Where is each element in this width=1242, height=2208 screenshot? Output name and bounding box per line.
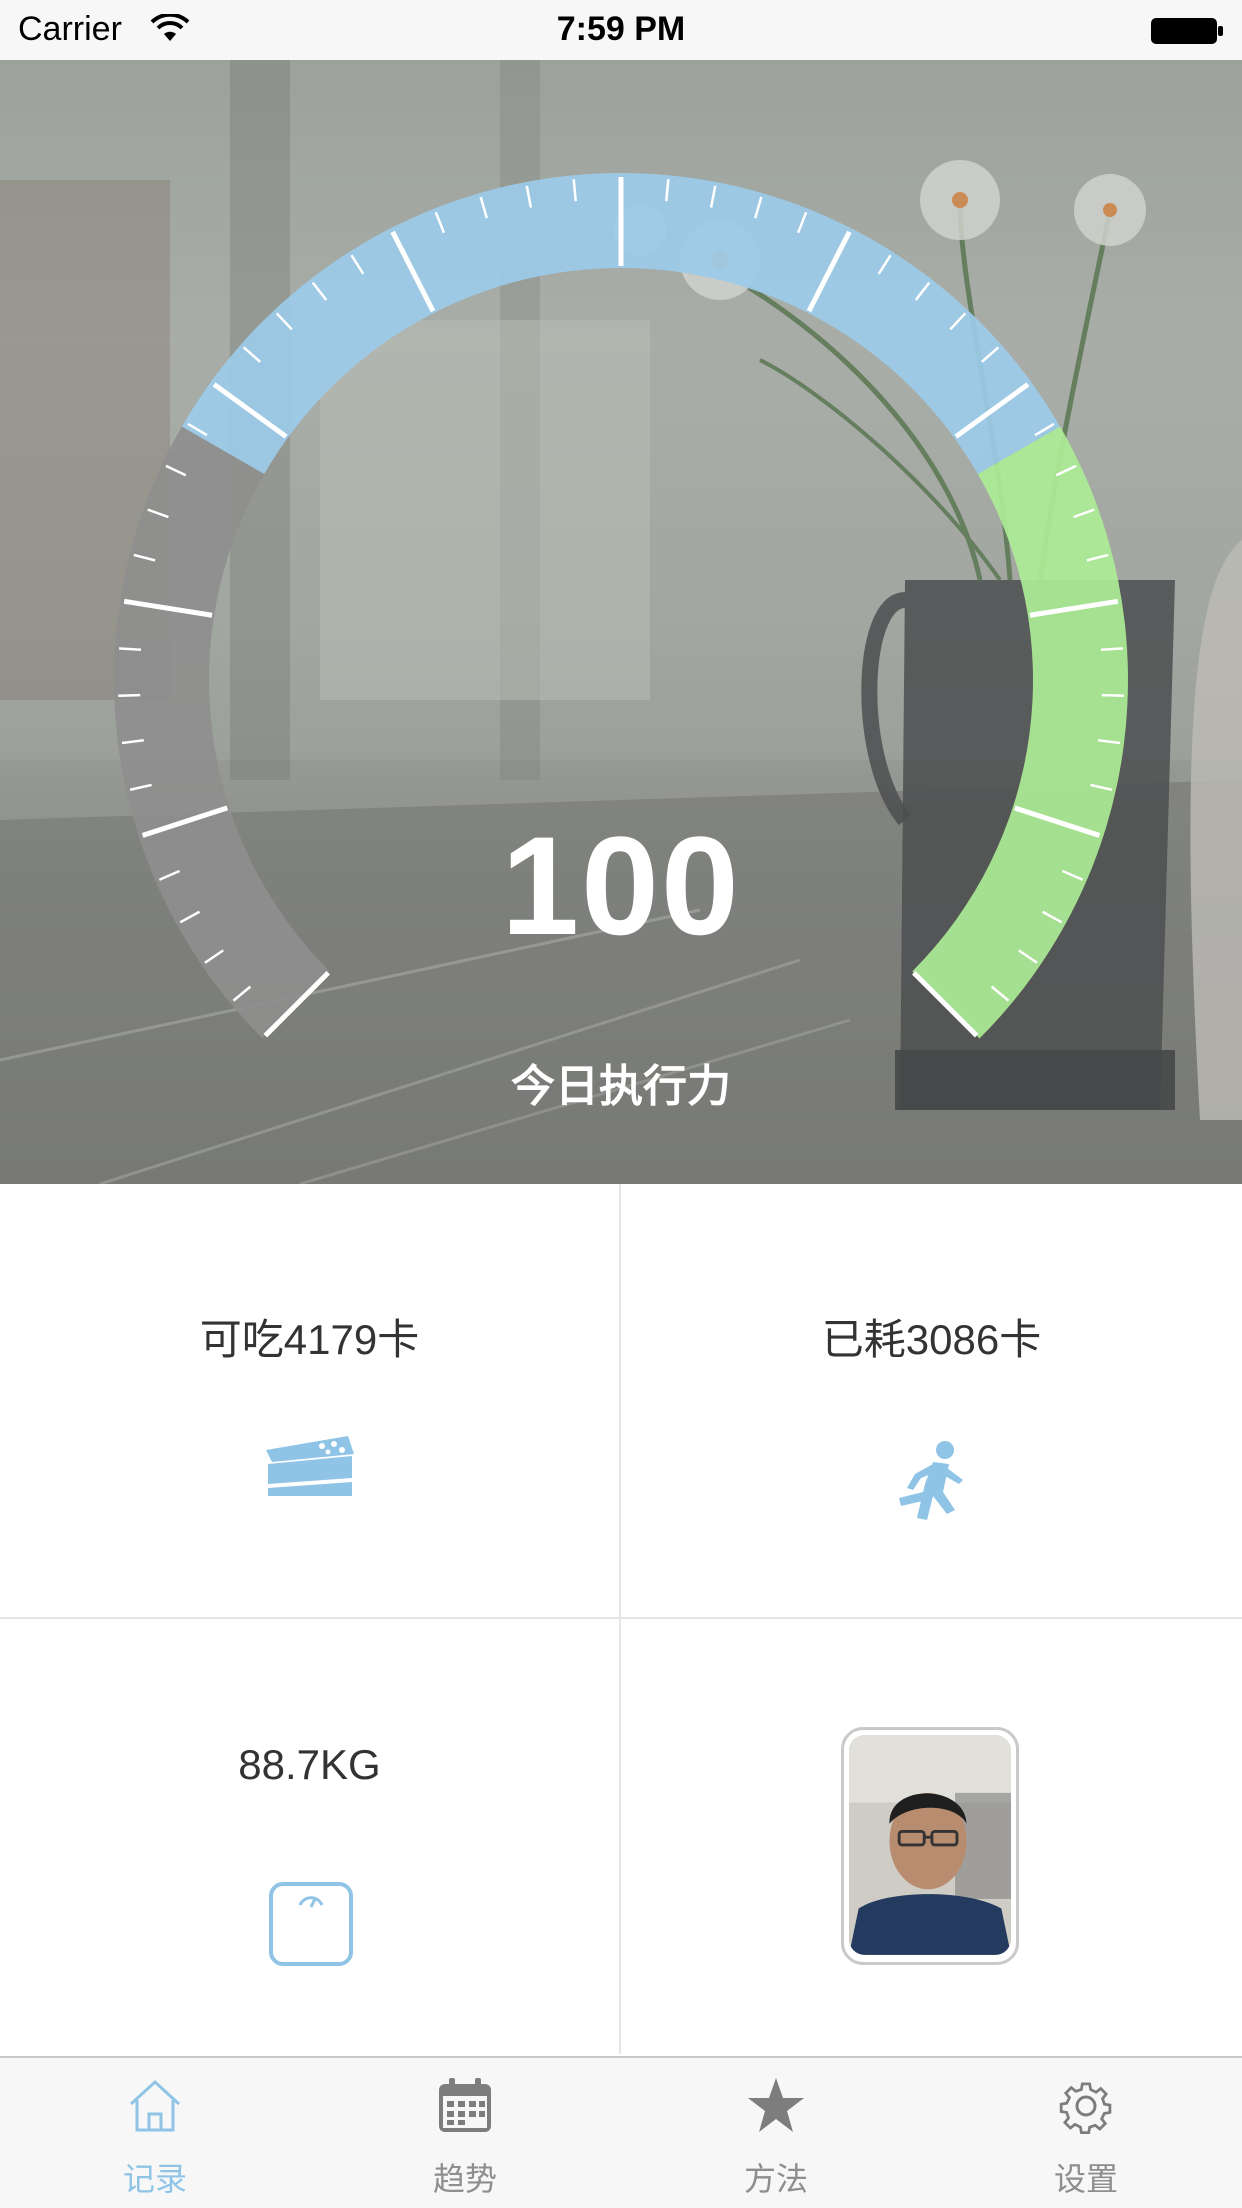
app-screen: Carrier 7:59 PM 100 今日执行力 可吃4179卡 已耗3086…	[0, 0, 1242, 2208]
status-time: 7:59 PM	[556, 10, 686, 48]
calories-allowed-text: 可吃4179卡	[199, 1316, 420, 1363]
calories-allowed-card[interactable]: 可吃4179卡	[0, 1184, 621, 1619]
tab-record-label: 记录	[122, 2161, 187, 2197]
tab-method-label: 方法	[743, 2161, 808, 2197]
star-icon	[748, 2078, 804, 2132]
scale-icon	[269, 1882, 353, 1966]
tab-record[interactable]: 记录	[0, 2058, 310, 2208]
status-bar: Carrier 7:59 PM	[0, 0, 1242, 60]
home-icon	[129, 2079, 181, 2132]
cake-icon	[266, 1436, 354, 1496]
tab-method[interactable]: 方法	[621, 2058, 931, 2208]
user-photo-image	[849, 1735, 1011, 1955]
summary-grid: 可吃4179卡 已耗3086卡 88.7KG	[0, 1184, 1242, 2056]
gauge-minor-tick	[118, 693, 141, 698]
user-photo[interactable]	[841, 1727, 1019, 1965]
weight-text: 88.7KG	[238, 1741, 381, 1788]
tab-bar: 记录 趋势 方法 设置	[0, 2056, 1242, 2208]
calories-burned-card[interactable]: 已耗3086卡	[621, 1184, 1242, 1619]
execution-score-label: 今日执行力	[511, 1062, 731, 1111]
execution-score: 100	[501, 807, 741, 964]
weight-card[interactable]: 88.7KG	[0, 1619, 621, 2054]
tab-trend[interactable]: 趋势	[310, 2058, 620, 2208]
battery-icon	[1151, 18, 1223, 44]
tab-settings-label: 设置	[1053, 2161, 1118, 2197]
execution-gauge-panel: 100 今日执行力	[0, 60, 1242, 1184]
gauge-minor-tick	[1100, 647, 1124, 652]
gauge-minor-tick	[118, 647, 142, 652]
execution-gauge	[113, 173, 1128, 1039]
tab-settings[interactable]: 设置	[931, 2058, 1241, 2208]
calendar-icon	[439, 2078, 491, 2132]
gauge-minor-tick	[1101, 693, 1124, 698]
calories-burned-text: 已耗3086卡	[821, 1316, 1042, 1363]
tab-trend-label: 趋势	[432, 2161, 497, 2197]
running-person-icon	[899, 1441, 963, 1520]
gear-icon	[1059, 2082, 1112, 2135]
profile-photo-card[interactable]	[621, 1619, 1242, 2054]
